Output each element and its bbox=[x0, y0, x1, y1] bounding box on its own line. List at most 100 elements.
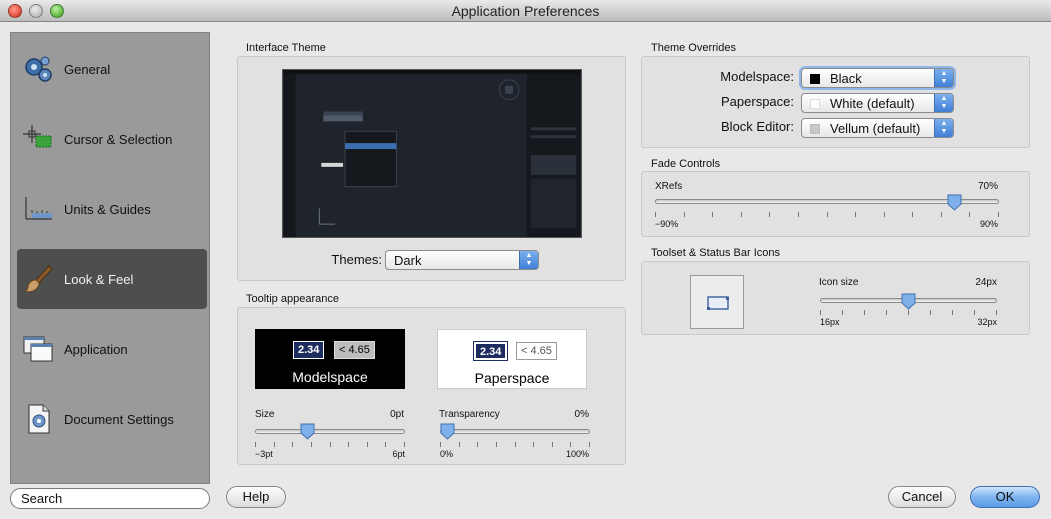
modelspace-color-popup[interactable]: Black ▲ ▼ bbox=[801, 68, 954, 88]
slider-tick bbox=[348, 442, 350, 447]
icon-size-max-label: 32px bbox=[977, 317, 997, 327]
windows-icon bbox=[23, 336, 53, 362]
slider-tick bbox=[310, 442, 312, 447]
ok-button[interactable]: OK bbox=[970, 486, 1040, 508]
slider-tick bbox=[589, 442, 590, 447]
tooltip-appearance-group: 2.34 < 4.65 Modelspace 2.34 < 4.65 Paper… bbox=[237, 307, 626, 465]
modelspace-color-value: Black bbox=[830, 71, 862, 86]
toolset-icons-group: Icon size 24px 16px 32px bbox=[641, 261, 1030, 335]
paperspace-color-value: White (default) bbox=[830, 96, 915, 111]
slider-tick bbox=[551, 442, 553, 447]
paperspace-tooltip-sample[interactable]: 2.34 < 4.65 Paperspace bbox=[437, 329, 587, 389]
slider-tick bbox=[820, 310, 821, 315]
slider-tick bbox=[570, 442, 572, 447]
gears-icon bbox=[25, 56, 52, 82]
xrefs-label: XRefs bbox=[655, 181, 683, 192]
slider-tick bbox=[797, 212, 799, 217]
size-slider-track[interactable] bbox=[255, 429, 405, 434]
modelspace-tooltip-label: Modelspace bbox=[292, 369, 368, 385]
slider-tick bbox=[655, 212, 656, 217]
sidebar-item-units-guides[interactable]: Units & Guides bbox=[17, 179, 207, 239]
slider-tick bbox=[440, 442, 441, 447]
help-button[interactable]: Help bbox=[226, 486, 286, 508]
paperspace-color-popup[interactable]: White (default) ▲ ▼ bbox=[801, 93, 954, 113]
theme-overrides-title: Theme Overrides bbox=[651, 42, 736, 54]
themes-label: Themes: bbox=[331, 252, 382, 267]
color-swatch-icon bbox=[810, 74, 820, 84]
transparency-slider-thumb[interactable] bbox=[440, 423, 455, 440]
xrefs-slider-ticks bbox=[655, 212, 999, 218]
paintbrush-icon bbox=[23, 265, 53, 293]
xrefs-value: 70% bbox=[977, 181, 998, 192]
tooltip-other-value: < 4.65 bbox=[516, 342, 557, 360]
block-editor-label: Block Editor: bbox=[721, 119, 794, 134]
slider-tick bbox=[740, 212, 742, 217]
slider-tick bbox=[477, 442, 479, 447]
sidebar-item-label: General bbox=[64, 62, 111, 77]
icon-size-slider-ticks bbox=[820, 310, 997, 316]
paperspace-tooltip-label: Paperspace bbox=[474, 370, 550, 386]
slider-tick bbox=[842, 310, 843, 315]
axes-graph-icon bbox=[25, 197, 52, 220]
cancel-button[interactable]: Cancel bbox=[888, 486, 956, 508]
popup-arrows-icon: ▲ ▼ bbox=[934, 69, 953, 87]
slider-tick bbox=[495, 442, 497, 447]
interface-theme-group: Themes: Dark ▲ ▼ bbox=[237, 56, 626, 281]
slider-tick bbox=[940, 212, 942, 217]
sidebar-item-general[interactable]: General bbox=[17, 39, 207, 99]
slider-tick bbox=[366, 442, 368, 447]
search-input[interactable] bbox=[10, 488, 210, 509]
color-swatch-icon bbox=[810, 99, 820, 109]
slider-tick bbox=[996, 310, 997, 315]
slider-tick bbox=[998, 212, 999, 217]
theme-preview-image bbox=[282, 69, 582, 238]
transparency-label: Transparency bbox=[439, 409, 500, 420]
sidebar-item-document-settings[interactable]: Document Settings bbox=[17, 389, 207, 449]
icon-size-min-label: 16px bbox=[820, 317, 840, 327]
size-label: Size bbox=[255, 409, 275, 420]
icon-size-label: Icon size bbox=[819, 277, 859, 288]
size-slider-thumb[interactable] bbox=[300, 423, 315, 440]
cursor-crosshair-icon bbox=[23, 125, 52, 148]
size-max-label: 6pt bbox=[392, 449, 405, 459]
sidebar-item-cursor-selection[interactable]: Cursor & Selection bbox=[17, 109, 207, 169]
paperspace-label: Paperspace: bbox=[721, 94, 794, 109]
fade-controls-group: XRefs 70% −90% 90% bbox=[641, 171, 1030, 237]
popup-arrows-icon: ▲ ▼ bbox=[934, 119, 953, 137]
slider-tick bbox=[769, 212, 771, 217]
themes-popup[interactable]: Dark ▲ ▼ bbox=[385, 250, 539, 270]
size-min-label: −3pt bbox=[255, 449, 273, 459]
sidebar-item-label: Application bbox=[64, 342, 128, 357]
transparency-max-label: 100% bbox=[565, 449, 589, 459]
popup-arrows-icon: ▲ ▼ bbox=[934, 94, 953, 112]
sidebar: General Cursor & Selection Units & Guide… bbox=[10, 32, 210, 484]
sidebar-item-label: Document Settings bbox=[64, 412, 174, 427]
title-bar: Application Preferences bbox=[0, 0, 1051, 22]
slider-tick bbox=[683, 212, 685, 217]
slider-tick bbox=[969, 212, 971, 217]
interface-theme-title: Interface Theme bbox=[246, 42, 326, 54]
transparency-value: 0% bbox=[574, 409, 589, 420]
transparency-slider-ticks bbox=[440, 442, 590, 448]
slider-tick bbox=[712, 212, 714, 217]
sidebar-item-application[interactable]: Application bbox=[17, 319, 207, 379]
slider-tick bbox=[273, 442, 275, 447]
block-editor-color-popup[interactable]: Vellum (default) ▲ ▼ bbox=[801, 118, 954, 138]
modelspace-tooltip-sample[interactable]: 2.34 < 4.65 Modelspace bbox=[255, 329, 405, 389]
slider-tick bbox=[404, 442, 405, 447]
slider-tick bbox=[533, 442, 535, 447]
xrefs-slider-thumb[interactable] bbox=[947, 194, 962, 211]
icon-size-slider-thumb[interactable] bbox=[901, 293, 916, 310]
slider-tick bbox=[855, 212, 857, 217]
icon-size-preview bbox=[690, 275, 744, 329]
transparency-slider-track[interactable] bbox=[440, 429, 590, 434]
document-settings-icon bbox=[28, 404, 50, 434]
tooltip-appearance-title: Tooltip appearance bbox=[246, 293, 339, 305]
xrefs-min-label: −90% bbox=[655, 219, 679, 229]
slider-tick bbox=[930, 310, 931, 315]
modelspace-label: Modelspace: bbox=[720, 69, 794, 84]
size-value: 0pt bbox=[390, 409, 404, 420]
sidebar-item-label: Look & Feel bbox=[64, 272, 134, 287]
sidebar-item-look-feel[interactable]: Look & Feel bbox=[17, 249, 207, 309]
xrefs-max-label: 90% bbox=[979, 219, 998, 229]
